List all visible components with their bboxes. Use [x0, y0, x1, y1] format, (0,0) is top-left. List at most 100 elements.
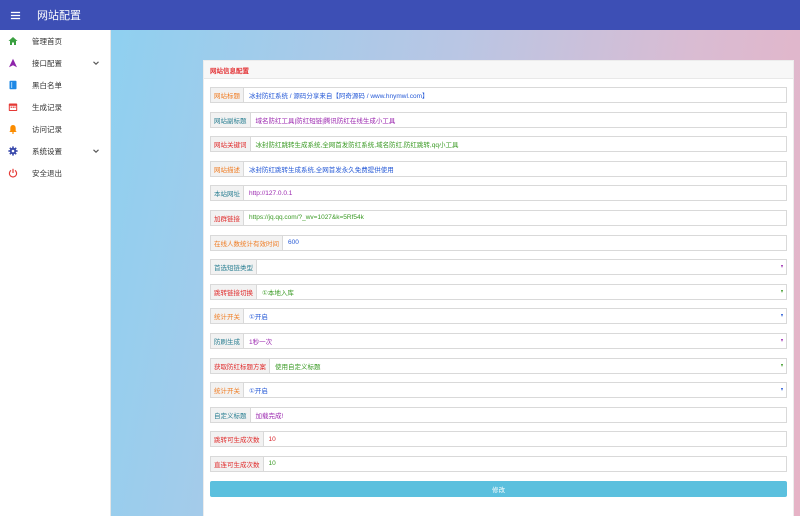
field-label: 跳转链接切换	[210, 283, 257, 300]
field-input[interactable]: http://127.0.0.1	[244, 185, 787, 202]
field-value: 10	[268, 460, 276, 468]
sidebar-item-label: 安全退出	[32, 168, 62, 178]
sidebar-item-api-config[interactable]: 接口配置	[0, 52, 110, 74]
form-row: 加群链接 https://jq.qq.com/?_wv=1027&k=5Rf54k	[210, 209, 787, 226]
menu-toggle-button[interactable]	[0, 0, 30, 30]
field-value: 域名防红工具|防红短链|腾讯防红在线生成小工具	[255, 117, 396, 125]
form-row: 统计开关 ①开启	[210, 308, 787, 325]
home-icon	[8, 36, 18, 46]
field-value: 冰封防红跳转生成系统,全网首发永久免费提供使用	[249, 166, 394, 174]
sidebar-item-generate-log[interactable]: 生成记录	[0, 96, 110, 118]
field-label: 在线人数统计有效时间	[210, 234, 283, 251]
config-form: 网站标题 冰封防红系统 / 源码分享来自【阿奇源码 / www.hnymwl.co…	[204, 79, 793, 472]
caret-down-icon	[781, 314, 783, 318]
sidebar-item-label: 接口配置	[32, 58, 62, 68]
form-row: 跳转可生成次数 10	[210, 431, 787, 448]
caret-down-icon	[781, 388, 783, 392]
field-input[interactable]: 10	[263, 455, 787, 472]
field-label: 统计开关	[210, 382, 244, 399]
app-title: 网站配置	[37, 10, 81, 22]
field-label: 网站副标题	[210, 111, 251, 128]
hamburger-icon	[10, 11, 20, 19]
field-input[interactable]: 域名防红工具|防红短链|腾讯防红在线生成小工具	[250, 111, 787, 128]
gear-icon	[8, 146, 18, 156]
field-value: https://jq.qq.com/?_wv=1027&k=5Rf54k	[249, 214, 364, 222]
caret-down-icon	[781, 338, 783, 342]
field-input[interactable]: 加载完成!	[250, 406, 787, 423]
form-row: 跳转链接切换 ①本地入库	[210, 283, 787, 300]
field-label: 网站描述	[210, 160, 244, 177]
field-value: ①开启	[249, 388, 268, 396]
config-card: 网站信息配置 网站标题 冰封防红系统 / 源码分享来自【阿奇源码 / www.hn…	[203, 60, 794, 516]
form-row: 统计开关 ①开启	[210, 382, 787, 399]
field-value: 冰封防红跳转生成系统,全网首发防红系统,域名防红,防红跳转,qq小工具	[255, 142, 459, 150]
field-value: 冰封防红系统 / 源码分享来自【阿奇源码 / www.hnymwl.com】	[249, 93, 429, 100]
card-title: 网站信息配置	[210, 67, 249, 75]
power-icon	[8, 168, 18, 178]
chevron-down-icon[interactable]	[92, 147, 100, 155]
chevron-down-icon[interactable]	[92, 59, 100, 67]
field-select[interactable]: 1秒一次	[244, 332, 787, 349]
form-row: 网站副标题 域名防红工具|防红短链|腾讯防红在线生成小工具	[210, 111, 787, 128]
field-input[interactable]: 冰封防红跳转生成系统,全网首发永久免费提供使用	[244, 160, 787, 177]
sidebar-item-home[interactable]: 管理首页	[0, 30, 110, 52]
sidebar-item-label: 系统设置	[32, 146, 62, 156]
field-value: 10	[268, 435, 276, 443]
field-input[interactable]: 冰封防红系统 / 源码分享来自【阿奇源码 / www.hnymwl.com】	[244, 87, 787, 103]
field-value: 600	[288, 239, 299, 247]
field-value: ①开启	[249, 314, 268, 322]
form-row: 本站网址 http://127.0.0.1	[210, 185, 787, 202]
field-select[interactable]: ①开启	[244, 308, 787, 325]
field-label: 直连可生成次数	[210, 455, 264, 472]
field-label: 首选短链类型	[210, 259, 257, 276]
top-bar: 网站配置	[0, 0, 800, 30]
field-select[interactable]	[257, 259, 787, 276]
field-value: ①本地入库	[262, 289, 294, 297]
form-row: 直连可生成次数 10	[210, 455, 787, 472]
field-input[interactable]: 冰封防红跳转生成系统,全网首发防红系统,域名防红,防红跳转,qq小工具	[250, 136, 787, 153]
field-label: 跳转可生成次数	[210, 431, 264, 448]
field-select[interactable]: 使用自定义标题	[270, 357, 787, 374]
sidebar-item-logout[interactable]: 安全退出	[0, 162, 110, 184]
caret-down-icon	[781, 289, 783, 293]
book-icon	[8, 80, 18, 90]
sidebar-item-label: 访问记录	[32, 124, 62, 134]
sidebar-item-system-settings[interactable]: 系统设置	[0, 140, 110, 162]
caret-down-icon	[781, 363, 783, 367]
send-icon	[8, 58, 18, 68]
field-label: 网站关键词	[210, 136, 251, 153]
bell-icon	[8, 124, 18, 134]
field-label: 网站标题	[210, 87, 244, 103]
form-row: 防刷生成 1秒一次	[210, 332, 787, 349]
form-row: 获取防红标题方案 使用自定义标题	[210, 357, 787, 374]
field-input[interactable]: https://jq.qq.com/?_wv=1027&k=5Rf54k	[244, 209, 787, 226]
field-input[interactable]: 600	[283, 234, 787, 251]
sidebar-item-label: 黑白名单	[32, 80, 62, 90]
main-content: 网站信息配置 网站标题 冰封防红系统 / 源码分享来自【阿奇源码 / www.hn…	[111, 30, 800, 516]
form-row: 首选短链类型	[210, 259, 787, 276]
form-row: 在线人数统计有效时间 600	[210, 234, 787, 251]
sidebar: 管理首页 接口配置 黑白名单 生成记录 访问记录 系统设置 安全退出	[0, 30, 111, 516]
field-label: 统计开关	[210, 308, 244, 325]
calendar-icon	[8, 102, 18, 112]
submit-button[interactable]: 修改	[210, 480, 787, 497]
sidebar-item-blacklist[interactable]: 黑白名单	[0, 74, 110, 96]
field-input[interactable]: 10	[263, 431, 787, 448]
field-label: 获取防红标题方案	[210, 357, 270, 374]
card-header: 网站信息配置	[204, 61, 793, 79]
form-row: 网站关键词 冰封防红跳转生成系统,全网首发防红系统,域名防红,防红跳转,qq小工具	[210, 136, 787, 153]
field-label: 本站网址	[210, 185, 244, 202]
sidebar-item-label: 生成记录	[32, 102, 62, 112]
field-label: 防刷生成	[210, 332, 244, 349]
field-select[interactable]: ①本地入库	[257, 283, 787, 300]
field-label: 加群链接	[210, 209, 244, 226]
form-row: 自定义标题 加载完成!	[210, 406, 787, 423]
field-value: 加载完成!	[255, 412, 284, 420]
sidebar-item-visit-log[interactable]: 访问记录	[0, 118, 110, 140]
form-row: 网站描述 冰封防红跳转生成系统,全网首发永久免费提供使用	[210, 160, 787, 177]
field-label: 自定义标题	[210, 406, 251, 423]
form-row: 网站标题 冰封防红系统 / 源码分享来自【阿奇源码 / www.hnymwl.co…	[210, 87, 787, 103]
field-value: http://127.0.0.1	[249, 189, 293, 197]
caret-down-icon	[781, 265, 783, 269]
field-select[interactable]: ①开启	[244, 382, 787, 399]
